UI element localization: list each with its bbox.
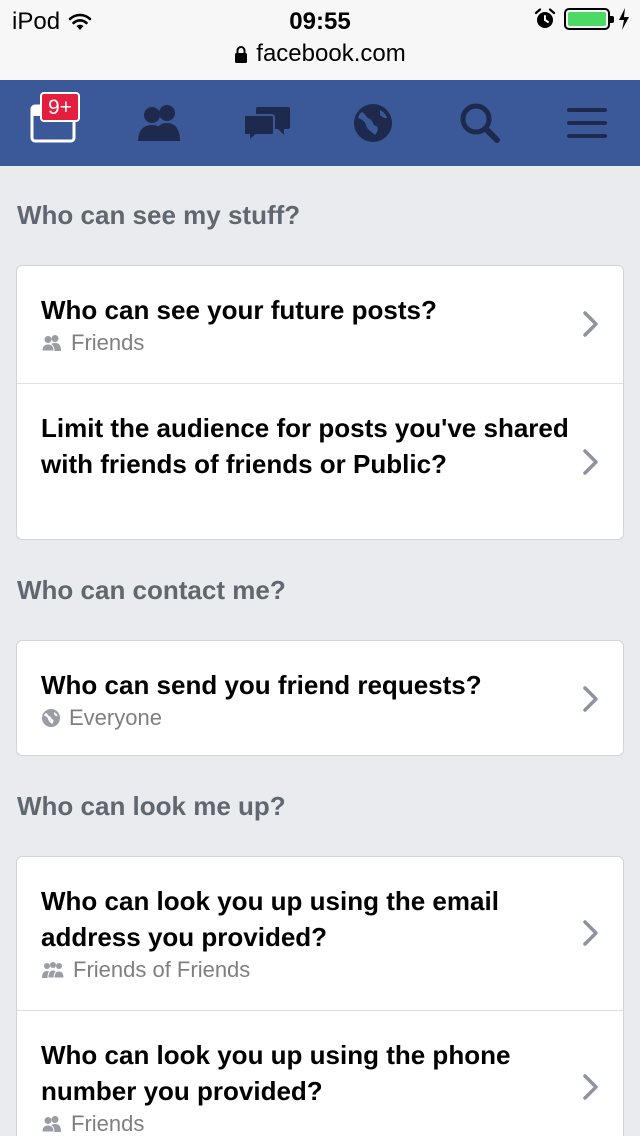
section-heading-see-stuff: Who can see my stuff?: [17, 200, 301, 230]
card-contact: Who can send you friend requests? Everyo…: [16, 640, 624, 756]
chevron-right-icon: [583, 1074, 598, 1100]
globe-icon: [354, 104, 393, 142]
chevron-right-icon: [583, 920, 598, 946]
alarm-icon: [534, 8, 556, 28]
globe-small-icon: [42, 709, 60, 727]
battery-tip: [610, 16, 614, 23]
lock-icon: [235, 46, 248, 63]
search-icon: [460, 103, 501, 143]
row-subtitle: Friends: [41, 330, 144, 356]
row-title: Who can see your future posts?: [41, 295, 437, 325]
row-subtitle-text: Friends: [71, 1111, 145, 1136]
menu-icon: [566, 108, 607, 138]
nav-menu[interactable]: [533, 80, 640, 166]
nav-notifications[interactable]: [320, 80, 427, 166]
row-lookup-email[interactable]: Who can look you up using the email addr…: [17, 857, 623, 1010]
section-heading-contact: Who can contact me?: [17, 575, 286, 605]
card-look-up: Who can look you up using the email addr…: [16, 856, 624, 1136]
row-subtitle-text: Friends of Friends: [73, 957, 251, 982]
nav-home[interactable]: 9+: [0, 80, 107, 166]
friends-of-friends-small-icon: [42, 962, 65, 979]
chevron-right-icon: [583, 686, 598, 712]
fb-top-nav: 9+: [0, 80, 640, 166]
nav-search[interactable]: [427, 80, 534, 166]
chevron-right-icon: [583, 311, 598, 337]
card-see-stuff: Who can see your future posts? Friends L…: [16, 265, 624, 540]
status-right: [534, 8, 630, 30]
status-bar: iPod 09:55 facebook.com: [0, 0, 640, 80]
friends-small-icon: [41, 1116, 61, 1133]
row-title: Limit the audience for posts you've shar…: [41, 413, 569, 479]
notifications-badge: 9+: [40, 92, 80, 122]
charging-bolt-icon: [619, 8, 629, 30]
row-friend-requests[interactable]: Who can send you friend requests? Everyo…: [17, 641, 623, 755]
row-limit-past-posts[interactable]: Limit the audience for posts you've shar…: [17, 383, 623, 540]
row-title: Who can look you up using the email addr…: [41, 886, 499, 952]
chevron-right-icon: [583, 449, 598, 475]
friends-icon: [138, 105, 180, 141]
row-subtitle: Friends of Friends: [41, 957, 250, 983]
nav-messages[interactable]: [213, 80, 320, 166]
row-subtitle: Friends: [41, 1111, 144, 1136]
row-lookup-phone[interactable]: Who can look you up using the phone numb…: [17, 1010, 623, 1136]
row-title: Who can send you friend requests?: [41, 670, 482, 700]
nav-friends[interactable]: [107, 80, 214, 166]
section-heading-look-up: Who can look me up?: [17, 791, 286, 821]
url-text: facebook.com: [256, 40, 406, 67]
url-bar[interactable]: facebook.com: [0, 40, 640, 68]
messages-icon: [242, 107, 290, 143]
battery-icon: [564, 8, 614, 30]
row-title: Who can look you up using the phone numb…: [41, 1040, 511, 1106]
row-future-posts[interactable]: Who can see your future posts? Friends: [17, 266, 623, 383]
row-subtitle-text: Friends: [71, 330, 145, 355]
battery-fill: [568, 12, 606, 26]
row-subtitle: Everyone: [41, 705, 162, 731]
friends-small-icon: [41, 335, 61, 352]
row-subtitle-text: Everyone: [69, 705, 162, 730]
